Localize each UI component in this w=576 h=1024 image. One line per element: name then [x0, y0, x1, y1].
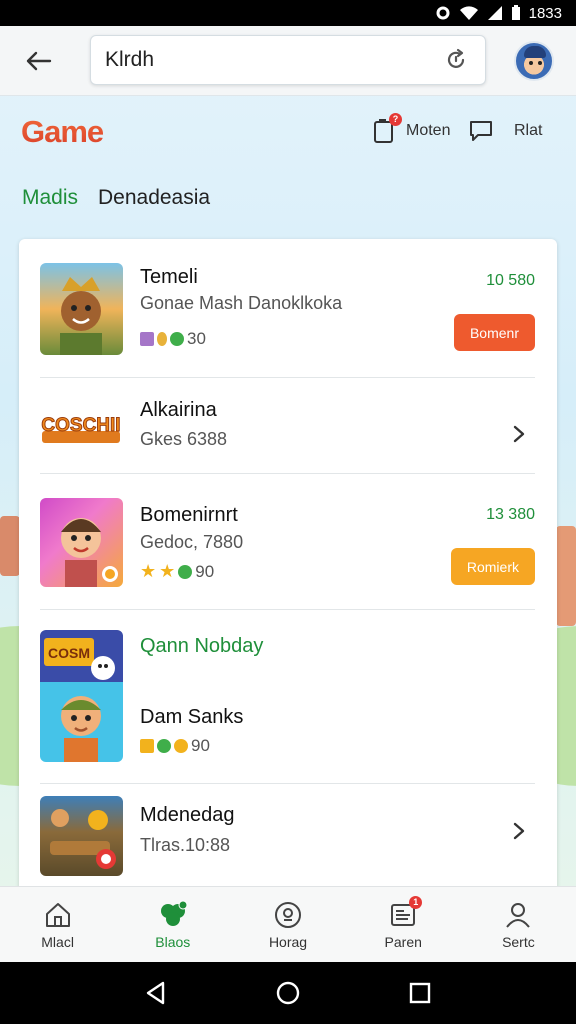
circle-home-icon [276, 981, 300, 1005]
nav-label: Blaos [155, 933, 191, 950]
wifi-icon [459, 6, 478, 20]
nav-label: Paren [384, 933, 422, 950]
list-item[interactable]: Temeli Gonae Mash Danoklkoka 30 10 580 B… [40, 263, 535, 358]
brand-logo: Game [21, 114, 104, 149]
search-input[interactable] [105, 48, 441, 72]
nav-label: Horag [268, 933, 308, 950]
game-thumbnail [40, 498, 123, 587]
phone-notification-icon: ? [372, 113, 402, 144]
game-thumbnail: COSM [40, 630, 123, 762]
nav-item-blaos[interactable]: Blaos [115, 887, 230, 962]
square-recents-icon [409, 982, 431, 1004]
notification-badge: 1 [409, 895, 423, 909]
meta-value: 90 [195, 561, 215, 581]
circle-badge-icon [273, 900, 303, 930]
tab-denadeasia[interactable]: Denadeasia [98, 186, 210, 210]
rlat-label: Rlat [514, 122, 543, 139]
item-price: 10 580 [486, 272, 535, 289]
chevron-right-icon[interactable] [509, 424, 529, 444]
install-button[interactable]: Bomenr [453, 314, 535, 351]
coin-icon [157, 332, 167, 346]
app-screen: Game ? Moten Rlat Madis Denadeasia [0, 26, 576, 962]
item-title: Mdenedag [140, 804, 235, 826]
avatar[interactable] [514, 41, 554, 81]
system-recents-button[interactable] [400, 973, 440, 1013]
chat-bubble-icon [468, 118, 494, 144]
item-title: Dam Sanks [140, 706, 244, 728]
game-list-card: Temeli Gonae Mash Danoklkoka 30 10 580 B… [19, 239, 557, 939]
signal-icon [487, 6, 502, 20]
logo-text: COSCHII [41, 415, 120, 436]
item-title: Bomenirnrt [140, 504, 238, 526]
list-item[interactable]: COSM Qann Nobday Dam Sanks 90 [40, 630, 535, 770]
chevron-right-icon[interactable] [509, 821, 529, 841]
item-meta: 30 [140, 329, 206, 349]
divider [40, 377, 535, 378]
system-navigation-bar [0, 962, 576, 1024]
status-bar: 1833 [0, 0, 576, 26]
nav-item-mlacl[interactable]: Mlacl [0, 887, 115, 962]
nav-label: Sertc [502, 933, 535, 950]
background-house [0, 516, 20, 576]
gem-icon [157, 739, 171, 753]
item-header: Qann Nobday [140, 635, 264, 657]
tab-madis[interactable]: Madis [22, 186, 78, 210]
nav-item-paren[interactable]: 1 Paren [346, 887, 461, 962]
game-thumbnail [40, 263, 123, 355]
item-title: Alkairina [140, 399, 217, 421]
system-back-button[interactable] [136, 973, 176, 1013]
search-bar [0, 26, 576, 96]
star-icon: ★ [140, 561, 157, 581]
game-logo: COSCHII [40, 401, 123, 451]
item-meta: ★ ★ 90 [140, 561, 214, 582]
list-item[interactable]: COSCHII Alkairina Gkes 6388 [40, 389, 535, 474]
gem-icon [170, 332, 184, 346]
gift-icon [140, 739, 154, 753]
system-home-button[interactable] [268, 973, 308, 1013]
item-subtitle: Gedoc, 7880 [140, 532, 244, 552]
item-subtitle: Gkes 6388 [140, 429, 228, 449]
search-field[interactable] [90, 35, 486, 85]
coin-icon [174, 739, 188, 753]
list-item[interactable]: Bomenirnrt Gedoc, 7880 ★ ★ 90 13 380 Rom… [40, 498, 535, 593]
game-thumbnail [40, 796, 123, 876]
triangle-back-icon [146, 981, 165, 1005]
home-icon [43, 900, 73, 930]
list-item[interactable]: Mdenedag Tlras.10:88 [40, 796, 535, 878]
person-icon [503, 900, 533, 930]
arrow-left-icon [26, 51, 52, 71]
notification-badge: ? [389, 113, 402, 126]
background-house [556, 526, 576, 626]
refresh-icon [447, 48, 465, 68]
bottom-navigation: Mlacl Blaos Horag 1 Paren Sertc [0, 886, 576, 962]
moten-label: Moten [406, 122, 451, 139]
moten-action[interactable]: ? Moten [372, 113, 451, 144]
clover-icon [158, 900, 188, 930]
star-icon: ★ [159, 561, 176, 581]
nav-item-horag[interactable]: Horag [230, 887, 345, 962]
gem-icon [178, 564, 193, 579]
refresh-button[interactable] [441, 45, 471, 75]
item-subtitle: Gonae Mash Danoklkoka [140, 293, 343, 313]
install-button[interactable]: Romierk [450, 548, 535, 585]
meta-value: 30 [187, 329, 206, 348]
item-meta: 90 [140, 736, 210, 756]
item-subtitle: Tlras.10:88 [140, 835, 231, 855]
clock: 1833 [528, 4, 562, 22]
battery-icon [511, 5, 520, 20]
badge-text: COSM [48, 645, 90, 661]
item-price: 13 380 [486, 506, 535, 523]
divider [40, 609, 535, 610]
back-button[interactable] [18, 43, 58, 79]
nav-item-sertc[interactable]: Sertc [461, 887, 576, 962]
divider [40, 783, 535, 784]
gift-icon [140, 332, 154, 346]
rlat-action[interactable]: Rlat [468, 118, 542, 144]
settings-icon [436, 6, 450, 20]
nav-label: Mlacl [41, 933, 74, 950]
divider [40, 473, 535, 474]
meta-value: 90 [191, 736, 210, 755]
item-title: Temeli [140, 266, 198, 288]
document-icon: 1 [388, 895, 423, 930]
